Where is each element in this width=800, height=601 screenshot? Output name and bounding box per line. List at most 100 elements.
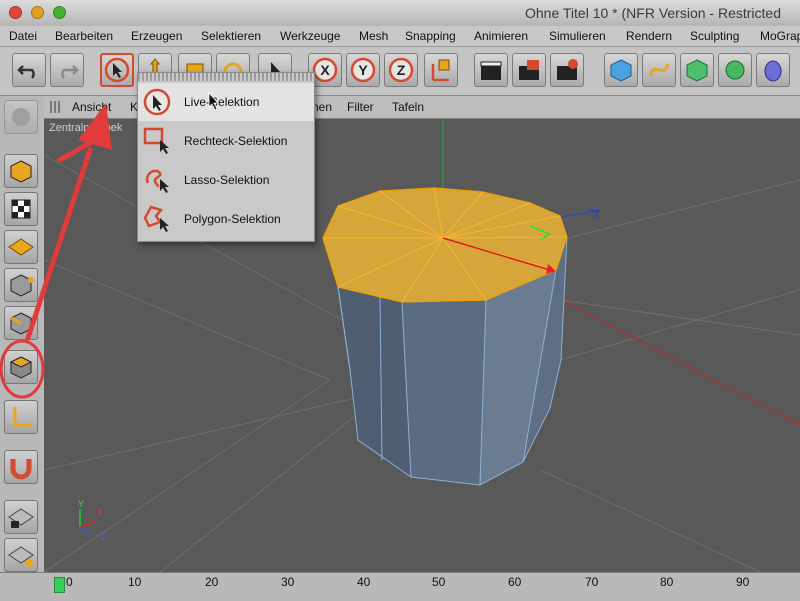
menu-simulieren[interactable]: Simulieren xyxy=(549,29,606,43)
y-axis-lock-button[interactable]: Y xyxy=(346,53,380,87)
live-selection-tool-button[interactable] xyxy=(100,53,134,87)
clapperboard-icon xyxy=(480,61,502,80)
make-editable-icon xyxy=(12,108,30,126)
checker-icon xyxy=(11,199,31,219)
axis-gizmo: Y X Z xyxy=(78,499,106,542)
menu-mesh[interactable]: Mesh xyxy=(359,29,388,43)
timeline-tick: 0 xyxy=(66,575,73,589)
timeline-tick: 70 xyxy=(585,575,599,589)
menu-item-rectangle-selection[interactable]: Rechteck-Selektion xyxy=(138,122,314,160)
grid-gear-icon xyxy=(8,546,34,567)
model-mode-button[interactable] xyxy=(4,154,38,188)
menu-item-lasso-selection[interactable]: Lasso-Selektion xyxy=(138,161,314,199)
timeline-tick: 40 xyxy=(357,575,371,589)
zoom-window-button[interactable] xyxy=(53,6,66,19)
texture-mode-button[interactable] xyxy=(4,192,38,226)
x-axis-icon: X xyxy=(312,57,338,83)
minimize-window-button[interactable] xyxy=(31,6,44,19)
clapperboard-region-icon xyxy=(519,60,539,80)
viewport-menu-optionen[interactable]: nen xyxy=(312,100,332,114)
magnet-icon xyxy=(10,459,32,480)
lasso-selection-icon xyxy=(145,169,169,193)
menu-item-label: Rechteck-Selektion xyxy=(184,134,288,148)
cylinder-object[interactable] xyxy=(322,187,600,486)
clapperboard-gear-icon xyxy=(557,59,578,80)
gizmo-x-label: X xyxy=(97,508,103,518)
render-settings-button[interactable] xyxy=(550,53,584,87)
main-toolbar: X Y Z xyxy=(0,47,800,96)
timeline-ruler[interactable]: 0 10 20 30 40 50 60 70 80 90 xyxy=(0,572,800,601)
coordinate-system-button[interactable] xyxy=(424,53,458,87)
menu-sculpting[interactable]: Sculpting xyxy=(690,29,739,43)
coordinate-system-icon xyxy=(431,59,450,82)
z-axis-lock-button[interactable]: Z xyxy=(384,53,418,87)
mode-palette xyxy=(0,96,45,572)
y-axis-label: Y xyxy=(358,62,368,78)
render-region-button[interactable] xyxy=(512,53,546,87)
spline-object-button[interactable] xyxy=(642,53,676,87)
menu-datei[interactable]: Datei xyxy=(9,29,37,43)
gizmo-z-label: Z xyxy=(100,532,106,542)
menu-grip-icon[interactable] xyxy=(138,73,314,81)
point-mode-button[interactable] xyxy=(4,268,38,302)
close-window-button[interactable] xyxy=(9,6,22,19)
snapping-button[interactable] xyxy=(4,450,38,484)
main-menubar: Datei Bearbeiten Erzeugen Selektieren We… xyxy=(0,26,800,47)
arrow-cursor-icon xyxy=(104,57,130,83)
menu-werkzeuge[interactable]: Werkzeuge xyxy=(280,29,340,43)
array-button[interactable] xyxy=(718,53,752,87)
menu-item-live-selection[interactable]: Live-Selektion xyxy=(138,83,314,121)
model-cube-icon xyxy=(10,160,32,183)
panel-grip-icon[interactable] xyxy=(50,101,62,113)
menu-animieren[interactable]: Animieren xyxy=(474,29,528,43)
planar-workplane-button[interactable] xyxy=(4,538,38,572)
live-selection-icon xyxy=(143,88,171,116)
menu-rendern[interactable]: Rendern xyxy=(626,29,672,43)
menu-item-label: Lasso-Selektion xyxy=(184,173,270,187)
redo-icon xyxy=(61,65,79,79)
array-flower-icon xyxy=(725,60,745,80)
window-titlebar: Ohne Titel 10 * (NFR Version - Restricte… xyxy=(0,0,800,27)
polygon-selection-icon xyxy=(143,205,169,232)
deformer-icon xyxy=(764,60,782,82)
locked-grid-icon xyxy=(8,508,34,528)
menu-bearbeiten[interactable]: Bearbeiten xyxy=(55,29,113,43)
z-axis-label: Z xyxy=(397,62,406,78)
timeline-tick: 50 xyxy=(432,575,446,589)
spline-icon xyxy=(648,63,670,77)
timeline-playhead-handle[interactable] xyxy=(54,577,65,593)
redo-button[interactable] xyxy=(50,53,84,87)
polygon-cube-icon xyxy=(9,356,33,379)
menu-item-polygon-selection[interactable]: Polygon-Selektion xyxy=(138,200,314,238)
polygon-mode-button[interactable] xyxy=(4,350,38,384)
deformer-button[interactable] xyxy=(756,53,790,87)
y-axis-icon: Y xyxy=(350,57,376,83)
workplane-mode-button[interactable] xyxy=(4,230,38,264)
selection-tools-menu: Live-Selektion Rechteck-Selektion Lasso-… xyxy=(137,72,315,242)
menu-erzeugen[interactable]: Erzeugen xyxy=(131,29,182,43)
edge-mode-button[interactable] xyxy=(4,306,38,340)
viewport-menu-filter[interactable]: Filter xyxy=(347,100,374,114)
make-editable-button[interactable] xyxy=(4,100,38,134)
viewport-menu-ansicht[interactable]: Ansicht xyxy=(72,100,111,114)
menu-item-label: Polygon-Selektion xyxy=(184,212,281,226)
menu-snapping[interactable]: Snapping xyxy=(405,29,456,43)
axis-icon xyxy=(13,407,31,427)
render-view-button[interactable] xyxy=(474,53,508,87)
menu-mograph[interactable]: MoGrap xyxy=(760,29,800,43)
timeline-tick: 60 xyxy=(508,575,522,589)
timeline-tick: 20 xyxy=(205,575,219,589)
undo-button[interactable] xyxy=(12,53,46,87)
cube-icon xyxy=(610,59,632,82)
z-axis-icon: Z xyxy=(388,57,414,83)
workplane-lock-button[interactable] xyxy=(4,500,38,534)
subdivision-cube-icon xyxy=(686,59,708,82)
axis-mode-button[interactable] xyxy=(4,400,38,434)
timeline-tick: 10 xyxy=(128,575,142,589)
window-title: Ohne Titel 10 * (NFR Version - Restricte… xyxy=(525,5,781,21)
viewport-menu-tafeln[interactable]: Tafeln xyxy=(392,100,424,114)
cube-object-button[interactable] xyxy=(604,53,638,87)
menu-selektieren[interactable]: Selektieren xyxy=(201,29,261,43)
grid-plane-icon xyxy=(8,238,34,256)
generator-button[interactable] xyxy=(680,53,714,87)
